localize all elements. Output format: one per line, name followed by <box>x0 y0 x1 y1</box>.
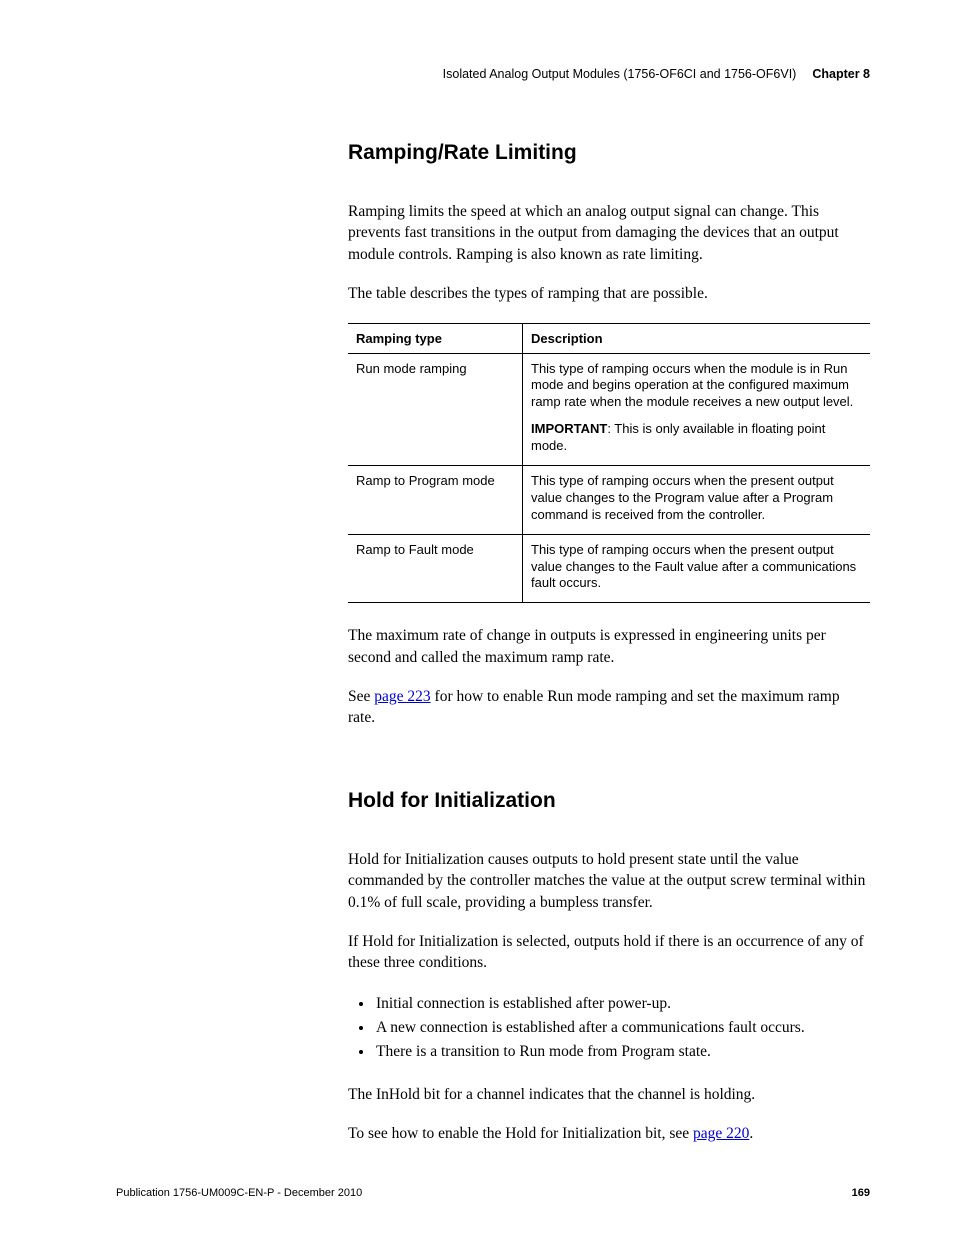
publication-info: Publication 1756-UM009C-EN-P - December … <box>116 1187 362 1199</box>
table-header-row: Ramping type Description <box>348 323 870 353</box>
table-header-cell: Ramping type <box>348 323 523 353</box>
table-cell: Ramp to Fault mode <box>348 534 523 603</box>
table-cell: This type of ramping occurs when the mod… <box>523 353 871 465</box>
page-link-220[interactable]: page 220 <box>693 1125 749 1142</box>
page-link-223[interactable]: page 223 <box>374 688 430 705</box>
table-cell: Ramp to Program mode <box>348 465 523 534</box>
section-heading-ramping: Ramping/Rate Limiting <box>348 141 870 165</box>
cell-important-note: IMPORTANT: This is only available in flo… <box>531 421 862 455</box>
paragraph: To see how to enable the Hold for Initia… <box>348 1123 870 1144</box>
paragraph: If Hold for Initialization is selected, … <box>348 931 870 974</box>
paragraph: Hold for Initialization causes outputs t… <box>348 849 870 913</box>
page-footer: Publication 1756-UM009C-EN-P - December … <box>116 1187 870 1199</box>
table-cell: This type of ramping occurs when the pre… <box>523 534 871 603</box>
table-cell: This type of ramping occurs when the pre… <box>523 465 871 534</box>
list-item: A new connection is established after a … <box>374 1016 870 1040</box>
table-row: Run mode ramping This type of ramping oc… <box>348 353 870 465</box>
content-column: Ramping/Rate Limiting Ramping limits the… <box>348 141 870 1144</box>
conditions-list: Initial connection is established after … <box>348 992 870 1064</box>
paragraph: The table describes the types of ramping… <box>348 283 870 304</box>
paragraph: See page 223 for how to enable Run mode … <box>348 686 870 729</box>
page-header: Isolated Analog Output Modules (1756-OF6… <box>116 67 870 81</box>
header-chapter: Chapter 8 <box>812 67 870 81</box>
text: See <box>348 688 374 705</box>
cell-text: This type of ramping occurs when the mod… <box>531 361 862 412</box>
text: To see how to enable the Hold for Initia… <box>348 1125 693 1142</box>
list-item: There is a transition to Run mode from P… <box>374 1040 870 1064</box>
important-label: IMPORTANT <box>531 421 607 436</box>
section-heading-hold: Hold for Initialization <box>348 789 870 813</box>
table-header-cell: Description <box>523 323 871 353</box>
header-title: Isolated Analog Output Modules (1756-OF6… <box>443 67 797 81</box>
paragraph: Ramping limits the speed at which an ana… <box>348 201 870 265</box>
ramping-types-table: Ramping type Description Run mode rampin… <box>348 323 870 604</box>
paragraph: The maximum rate of change in outputs is… <box>348 625 870 668</box>
page-number: 169 <box>852 1187 870 1199</box>
table-row: Ramp to Program mode This type of rampin… <box>348 465 870 534</box>
page: Isolated Analog Output Modules (1756-OF6… <box>0 0 954 1235</box>
paragraph: The InHold bit for a channel indicates t… <box>348 1084 870 1105</box>
table-row: Ramp to Fault mode This type of ramping … <box>348 534 870 603</box>
table-cell: Run mode ramping <box>348 353 523 465</box>
list-item: Initial connection is established after … <box>374 992 870 1016</box>
text: . <box>749 1125 753 1142</box>
